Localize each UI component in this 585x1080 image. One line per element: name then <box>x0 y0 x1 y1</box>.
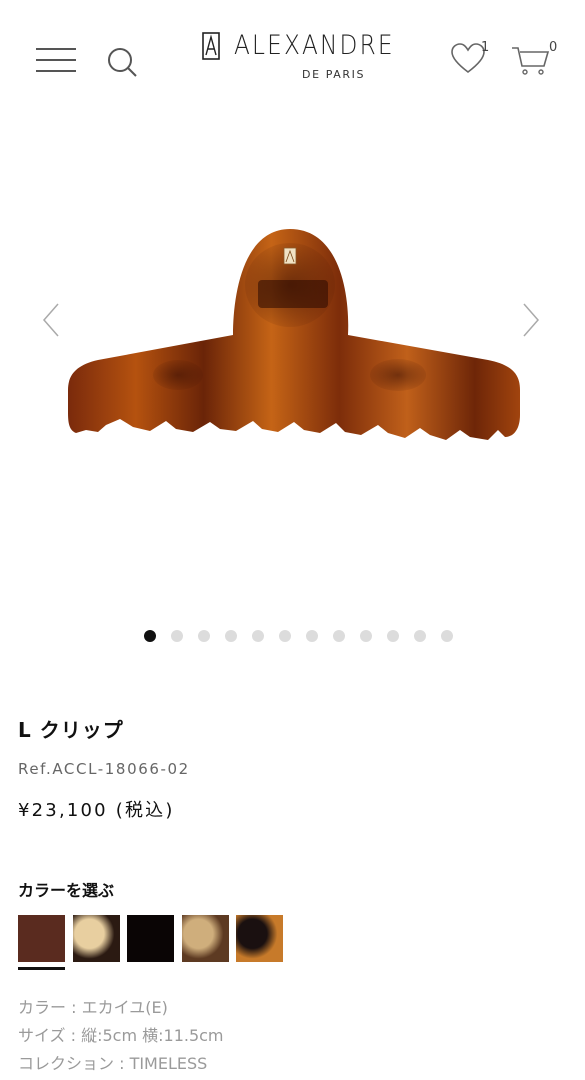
product-reference: Ref.ACCL-18066-02 <box>18 760 190 778</box>
menu-icon[interactable] <box>36 46 76 74</box>
search-icon[interactable] <box>104 44 140 80</box>
pagination-dot[interactable] <box>252 630 264 642</box>
site-header: ALEXANDRE DE PARIS 1 0 <box>0 0 585 110</box>
spec-color: カラー : エカイユ(E) <box>18 998 168 1017</box>
gallery-pagination <box>0 628 585 644</box>
swatch-ecaille[interactable] <box>18 915 65 962</box>
pagination-dot[interactable] <box>360 630 372 642</box>
product-price: ¥23,100 (税込) <box>18 800 175 821</box>
product-name: L クリップ <box>18 718 124 742</box>
pagination-dot[interactable] <box>279 630 291 642</box>
pagination-dot[interactable] <box>441 630 453 642</box>
brand-logo[interactable]: ALEXANDRE DE PARIS <box>200 28 393 82</box>
logo-mark-icon <box>202 32 220 60</box>
wishlist-count: 1 <box>481 40 490 55</box>
pagination-dot[interactable] <box>414 630 426 642</box>
swatch-blonde-tortoise[interactable] <box>72 915 120 962</box>
pagination-dot[interactable] <box>333 630 345 642</box>
swatch-dark-tortoise[interactable] <box>236 915 283 962</box>
pagination-dot[interactable] <box>306 630 318 642</box>
cart-count: 0 <box>549 40 558 55</box>
spec-size: サイズ : 縦:5cm 横:11.5cm <box>18 1026 224 1045</box>
brand-subtitle: DE PARIS <box>302 68 366 81</box>
swatch-beige-tortoise[interactable] <box>181 915 229 962</box>
pagination-dot[interactable] <box>198 630 210 642</box>
pagination-dot[interactable] <box>171 630 183 642</box>
brand-name: ALEXANDRE <box>234 30 395 61</box>
pagination-dot[interactable] <box>225 630 237 642</box>
next-image-arrow-icon[interactable] <box>518 300 542 340</box>
swatch-black[interactable] <box>127 915 174 962</box>
product-image-gallery[interactable] <box>0 110 585 610</box>
pagination-dot[interactable] <box>387 630 399 642</box>
product-image-hair-clip <box>68 229 520 440</box>
pagination-dot-active[interactable] <box>144 630 156 642</box>
color-selector-heading: カラーを選ぶ <box>18 881 115 900</box>
product-specs: カラー : エカイユ(E) サイズ : 縦:5cm 横:11.5cm コレクショ… <box>18 994 224 1078</box>
color-swatches <box>18 915 318 975</box>
spec-collection: コレクション : TIMELESS <box>18 1054 208 1073</box>
selected-swatch-underline <box>18 967 65 970</box>
